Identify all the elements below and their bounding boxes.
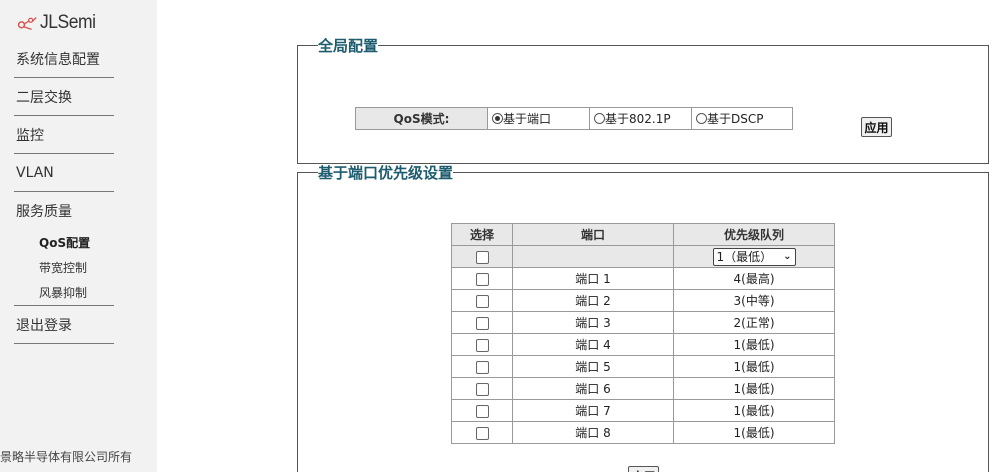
port-5-checkbox[interactable] xyxy=(475,360,489,374)
port-queue: 1(最低) xyxy=(673,377,835,400)
header-port: 端口 xyxy=(512,223,674,246)
port-queue: 2(正常) xyxy=(673,311,835,334)
table-row: 端口 3 2(正常) xyxy=(451,311,835,334)
port-queue: 3(中等) xyxy=(673,289,835,312)
radio-8021p-based-label: 基于802.1P xyxy=(605,112,671,126)
radio-port-based[interactable] xyxy=(492,113,503,124)
port-name: 端口 8 xyxy=(512,421,674,444)
port-queue: 1(最低) xyxy=(673,333,835,356)
qos-mode-option-port[interactable]: 基于端口 xyxy=(487,107,590,130)
port-name: 端口 1 xyxy=(512,267,674,290)
radio-dscp-based[interactable] xyxy=(696,113,707,124)
sidebar-item-monitor[interactable]: 监控 xyxy=(14,116,114,154)
port-priority-table: 选择 端口 优先级队列 1（最低） ⌄ 端口 1 4(最高) 端口 2 3(中等)… xyxy=(451,223,835,444)
qos-mode-option-dscp[interactable]: 基于DSCP xyxy=(691,107,793,130)
sidebar-item-vlan[interactable]: VLAN xyxy=(14,154,114,192)
sidebar-subitem-bandwidth-control[interactable]: 带宽控制 xyxy=(14,255,114,280)
qos-mode-table: QoS模式: 基于端口 基于802.1P 基于DSCP xyxy=(355,107,793,130)
table-row: 端口 7 1(最低) xyxy=(451,399,835,422)
sidebar-item-system-info[interactable]: 系统信息配置 xyxy=(14,40,114,78)
bulk-queue-select[interactable]: 1（最低） ⌄ xyxy=(712,247,796,266)
global-config-fieldset: 全局配置 QoS模式: 基于端口 基于802.1P 基于DSCP 应用 xyxy=(297,35,989,164)
port-3-checkbox[interactable] xyxy=(475,316,489,330)
table-row: 端口 6 1(最低) xyxy=(451,377,835,400)
copyright-footer: 景略半导体有限公司所有 xyxy=(0,450,133,464)
sidebar-item-l2-switching[interactable]: 二层交换 xyxy=(14,78,114,116)
port-name: 端口 4 xyxy=(512,333,674,356)
qos-mode-option-8021p[interactable]: 基于802.1P xyxy=(589,107,692,130)
port-2-checkbox[interactable] xyxy=(475,294,489,308)
qos-mode-label: QoS模式: xyxy=(355,107,488,130)
sidebar: JLSemi 系统信息配置 二层交换 监控 VLAN 服务质量 QoS配置 带宽… xyxy=(0,0,157,472)
logo-text: JLSemi xyxy=(40,12,96,33)
port-4-checkbox[interactable] xyxy=(475,338,489,352)
sidebar-group-qos: 服务质量 QoS配置 带宽控制 风暴抑制 xyxy=(14,192,114,306)
logo: JLSemi xyxy=(16,8,100,38)
port-8-checkbox[interactable] xyxy=(475,426,489,440)
port-6-checkbox[interactable] xyxy=(475,382,489,396)
bulk-queue-cell: 1（最低） ⌄ xyxy=(673,245,835,268)
table-row: 端口 2 3(中等) xyxy=(451,289,835,312)
radio-8021p-based[interactable] xyxy=(594,113,605,124)
port-1-checkbox[interactable] xyxy=(475,272,489,286)
port-name: 端口 6 xyxy=(512,377,674,400)
table-row: 端口 8 1(最低) xyxy=(451,421,835,444)
header-select: 选择 xyxy=(451,223,513,246)
table-row: 端口 4 1(最低) xyxy=(451,333,835,356)
port-priority-legend: 基于端口优先级设置 xyxy=(318,164,454,182)
select-all-checkbox[interactable] xyxy=(475,250,489,264)
port-queue: 4(最高) xyxy=(673,267,835,290)
header-queue: 优先级队列 xyxy=(673,223,835,246)
port-queue: 1(最低) xyxy=(673,421,835,444)
global-apply-button[interactable]: 应用 xyxy=(861,117,892,137)
sidebar-subitem-storm-control[interactable]: 风暴抑制 xyxy=(14,280,114,305)
port-queue: 1(最低) xyxy=(673,355,835,378)
radio-port-based-label: 基于端口 xyxy=(503,112,552,126)
port-priority-fieldset: 基于端口优先级设置 选择 端口 优先级队列 1（最低） ⌄ 端口 1 4(最高) … xyxy=(297,162,989,472)
jlsemi-logo-icon xyxy=(17,17,37,31)
table-row: 端口 1 4(最高) xyxy=(451,267,835,290)
radio-dscp-based-label: 基于DSCP xyxy=(707,112,764,126)
sidebar-nav: 系统信息配置 二层交换 监控 VLAN 服务质量 QoS配置 带宽控制 风暴抑制… xyxy=(14,40,114,344)
port-name: 端口 2 xyxy=(512,289,674,312)
bulk-queue-select-value: 1（最低） xyxy=(716,250,773,264)
sidebar-item-logout[interactable]: 退出登录 xyxy=(14,306,114,344)
port-queue: 1(最低) xyxy=(673,399,835,422)
chevron-down-icon: ⌄ xyxy=(783,251,792,262)
port-name: 端口 7 xyxy=(512,399,674,422)
port-apply-button[interactable]: 应用 xyxy=(628,466,659,472)
bulk-port-cell xyxy=(512,245,674,268)
sidebar-subitem-qos-config[interactable]: QoS配置 xyxy=(14,230,114,255)
port-name: 端口 3 xyxy=(512,311,674,334)
sidebar-item-service-quality[interactable]: 服务质量 xyxy=(14,192,114,230)
global-config-legend: 全局配置 xyxy=(318,37,379,55)
port-name: 端口 5 xyxy=(512,355,674,378)
table-row: 端口 5 1(最低) xyxy=(451,355,835,378)
port-7-checkbox[interactable] xyxy=(475,404,489,418)
bulk-edit-row: 1（最低） ⌄ xyxy=(451,245,835,268)
bulk-select-cell xyxy=(451,245,513,268)
